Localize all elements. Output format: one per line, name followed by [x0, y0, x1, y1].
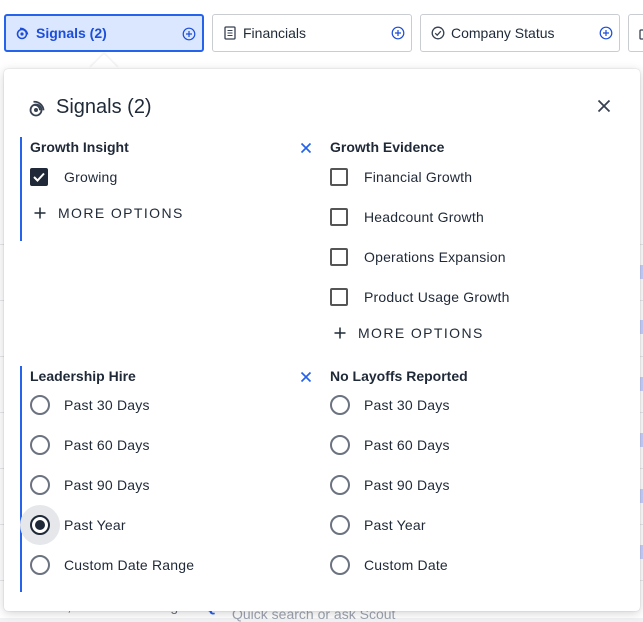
group-title: Growth Insight [30, 139, 129, 155]
add-circle-icon[interactable] [599, 26, 613, 40]
option-past-60-days[interactable]: Past 60 Days [330, 433, 450, 457]
option-label: Past 60 Days [364, 437, 450, 453]
option-past-90-days[interactable]: Past 90 Days [330, 473, 450, 497]
radio-button[interactable] [330, 515, 350, 535]
option-past-90-days[interactable]: Past 90 Days [30, 473, 150, 497]
checkbox[interactable] [330, 288, 348, 306]
radio-button-selected[interactable] [30, 515, 50, 535]
option-label: Product Usage Growth [364, 289, 510, 305]
option-label: Custom Date [364, 557, 448, 573]
option-headcount-growth[interactable]: Headcount Growth [330, 205, 484, 229]
close-icon[interactable] [597, 99, 611, 113]
filter-chip-financials[interactable]: Financials [212, 14, 412, 52]
radio-button[interactable] [330, 435, 350, 455]
option-label: Past 60 Days [64, 437, 150, 453]
clear-group-button[interactable] [300, 370, 312, 383]
plus-icon [34, 207, 46, 219]
clear-group-button[interactable] [300, 141, 312, 154]
checkbox[interactable] [330, 168, 348, 186]
more-options-label: MORE OPTIONS [58, 205, 184, 221]
group-title: Growth Evidence [330, 139, 445, 155]
filter-chip-signals[interactable]: Signals (2) [4, 14, 204, 52]
option-past-year[interactable]: Past Year [20, 505, 126, 545]
popover-title: Signals (2) [56, 96, 152, 118]
plus-icon [334, 327, 346, 339]
option-label: Custom Date Range [64, 557, 195, 573]
option-past-year[interactable]: Past Year [330, 513, 426, 537]
popover-header: Signals (2) [28, 96, 152, 119]
signals-popover: Signals (2) Growth Insight Growing MORE … [4, 69, 640, 611]
option-product-usage-growth[interactable]: Product Usage Growth [330, 285, 510, 309]
option-past-30-days[interactable]: Past 30 Days [30, 393, 150, 417]
option-label: Past Year [364, 517, 426, 533]
radio-button[interactable] [330, 475, 350, 495]
group-growth-evidence: Growth Evidence Financial Growth Headcou… [330, 137, 620, 351]
add-circle-icon[interactable] [391, 26, 405, 40]
option-financial-growth[interactable]: Financial Growth [330, 165, 472, 189]
radio-button[interactable] [30, 475, 50, 495]
filter-chip-bar: Signals (2) Financials Company Status [0, 12, 643, 56]
option-past-30-days[interactable]: Past 30 Days [330, 393, 450, 417]
checkbox[interactable] [330, 208, 348, 226]
checkbox[interactable] [330, 248, 348, 266]
checkbox-checked[interactable] [30, 168, 48, 186]
option-label: Operations Expansion [364, 249, 506, 265]
close-icon[interactable] [300, 371, 312, 383]
radio-button[interactable] [330, 555, 350, 575]
option-label: Past 90 Days [364, 477, 450, 493]
close-icon[interactable] [300, 142, 312, 154]
document-icon [223, 26, 237, 40]
filter-chip-overflow[interactable] [628, 14, 643, 52]
option-label: Past 90 Days [64, 477, 150, 493]
radio-button[interactable] [30, 435, 50, 455]
more-options-button[interactable]: MORE OPTIONS [334, 323, 484, 343]
filter-chip-label: Signals (2) [36, 25, 107, 41]
signal-icon [28, 98, 48, 118]
group-growth-insight: Growth Insight Growing MORE OPTIONS [20, 137, 312, 241]
filter-chip-company-status[interactable]: Company Status [420, 14, 620, 52]
option-label: Past 30 Days [64, 397, 150, 413]
add-circle-icon[interactable] [182, 27, 196, 41]
radio-button[interactable] [330, 395, 350, 415]
option-operations-expansion[interactable]: Operations Expansion [330, 245, 506, 269]
briefcase-icon [639, 26, 643, 40]
option-growing[interactable]: Growing [30, 165, 118, 189]
signal-icon [16, 26, 30, 40]
radio-button[interactable] [30, 555, 50, 575]
option-custom-date[interactable]: Custom Date [330, 553, 448, 577]
group-title: No Layoffs Reported [330, 368, 468, 384]
option-label: Past Year [64, 517, 126, 533]
more-options-button[interactable]: MORE OPTIONS [34, 203, 184, 223]
option-label: Financial Growth [364, 169, 473, 185]
group-title: Leadership Hire [30, 368, 136, 384]
option-past-60-days[interactable]: Past 60 Days [30, 433, 150, 457]
filter-chip-label: Company Status [451, 25, 555, 41]
close-button[interactable] [594, 96, 614, 116]
group-no-layoffs-reported: No Layoffs Reported Past 30 Days Past 60… [330, 366, 620, 592]
more-options-label: MORE OPTIONS [358, 325, 484, 341]
check-circle-icon [431, 26, 445, 40]
radio-button[interactable] [30, 395, 50, 415]
filter-chip-label: Financials [243, 25, 307, 41]
option-custom-date-range[interactable]: Custom Date Range [30, 553, 194, 577]
option-label: Past 30 Days [364, 397, 450, 413]
group-leadership-hire: Leadership Hire Past 30 Days Past 60 Day… [20, 366, 312, 592]
option-label: Growing [64, 169, 118, 185]
option-label: Headcount Growth [364, 209, 484, 225]
